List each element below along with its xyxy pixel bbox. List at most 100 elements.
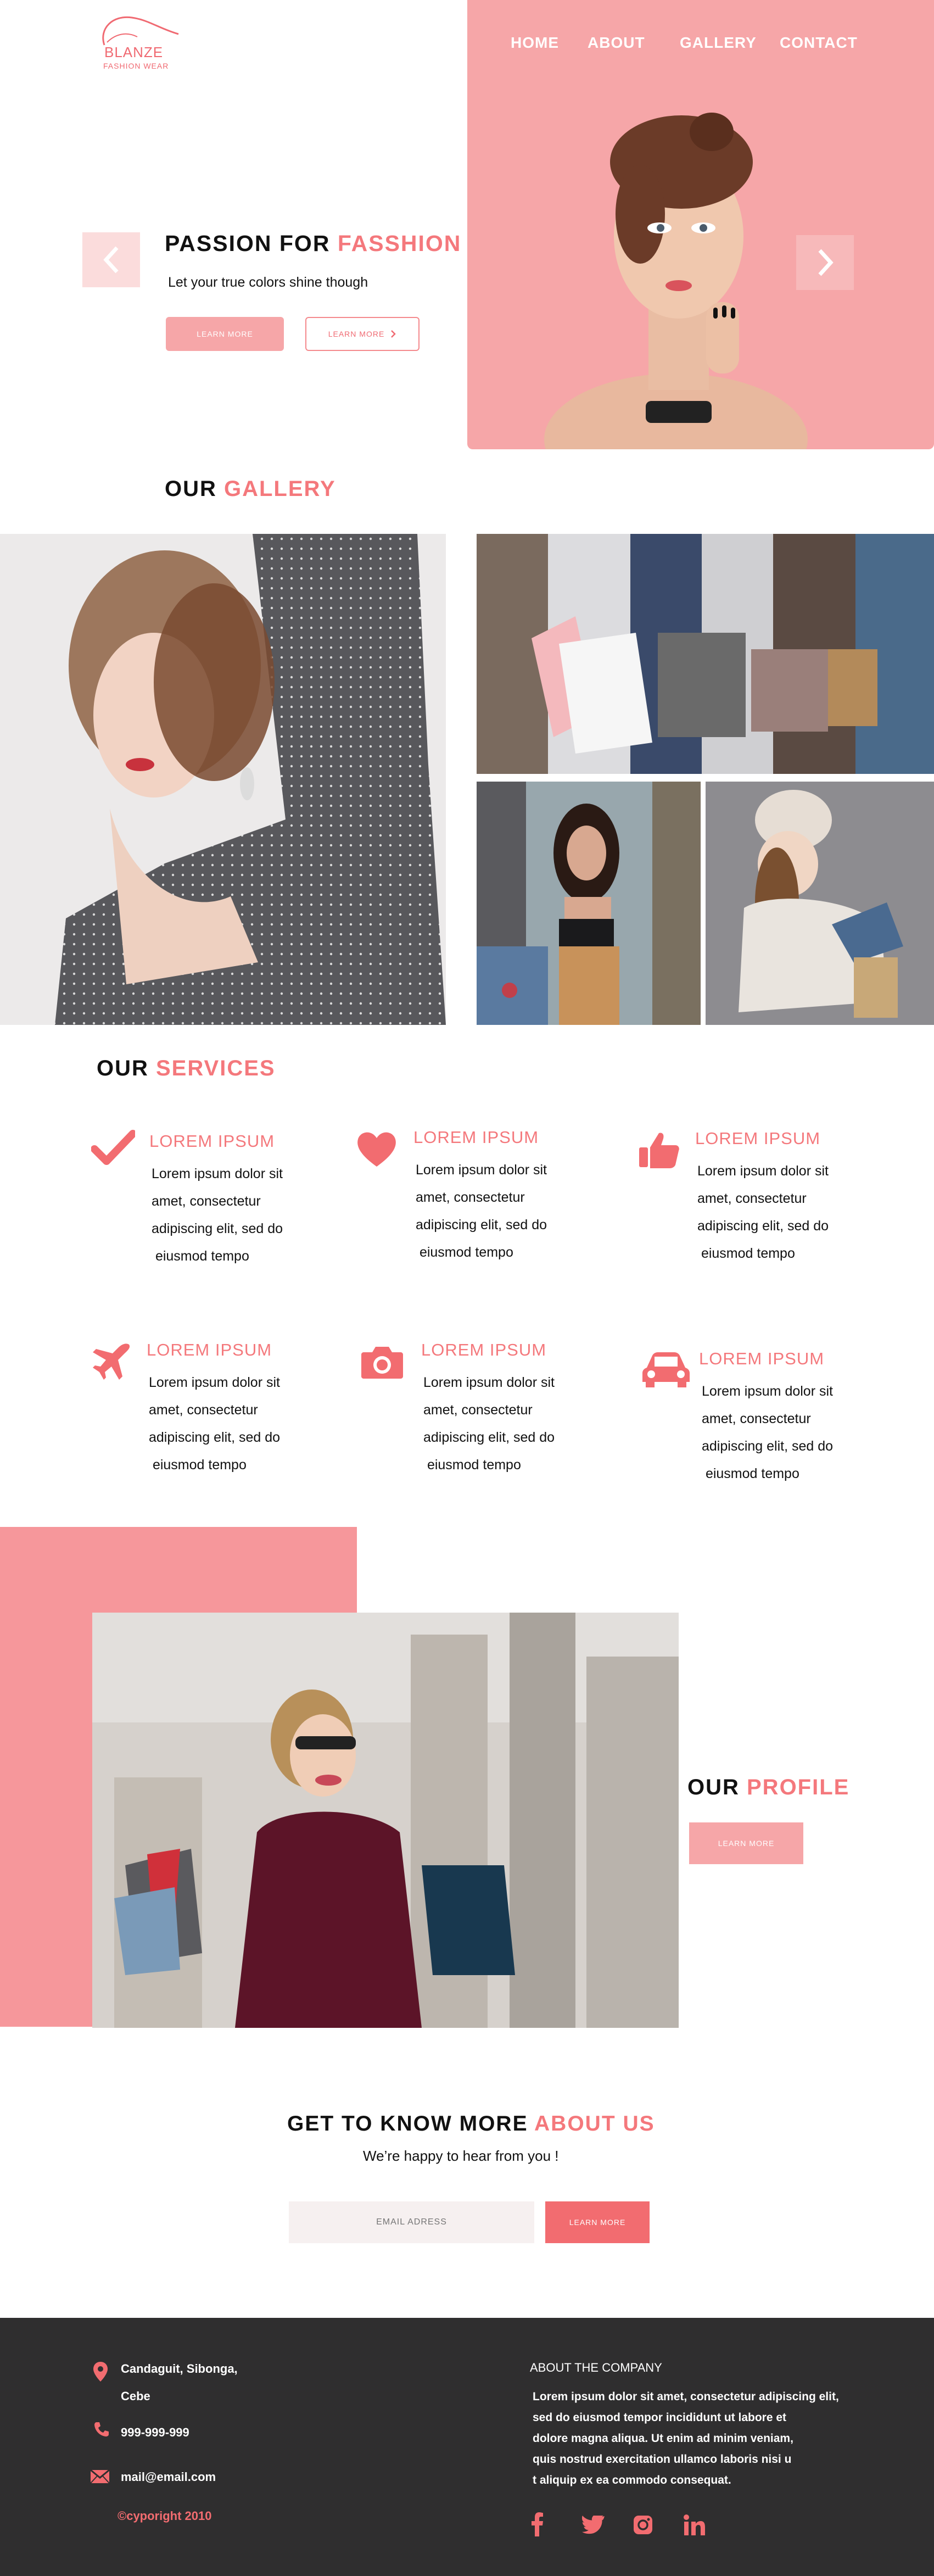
- facebook-icon[interactable]: [532, 2512, 544, 2536]
- hero-learn-more-outline-label: LEARN MORE: [328, 330, 385, 338]
- hero-panel: [467, 0, 934, 449]
- profile-photo-image: [92, 1613, 679, 2028]
- brand-name: BLANZE: [104, 44, 164, 60]
- hero-learn-more-outline-button[interactable]: LEARN MORE: [305, 317, 420, 351]
- service-line: Lorem ipsum dolor sit: [702, 1384, 833, 1399]
- heart-icon: [357, 1132, 396, 1167]
- services-title-plain: OUR: [97, 1056, 156, 1080]
- brand-tagline: FASHION WEAR: [103, 62, 169, 70]
- hero-section: BLANZE FASHION WEAR HOME ABOUT GALLERY C…: [0, 0, 934, 456]
- chevron-right-icon: [391, 330, 396, 338]
- footer-about-text: Lorem ipsum dolor sit amet, consectetur …: [533, 2387, 884, 2491]
- hero-title: PASSION FOR FASSHION: [165, 231, 461, 257]
- service-line: Lorem ipsum dolor sit: [423, 1375, 555, 1390]
- profile-photo: [92, 1613, 679, 2028]
- service-title: LOREM IPSUM: [413, 1128, 539, 1147]
- service-description: Lorem ipsum dolor sit amet, consectetur …: [702, 1378, 866, 1487]
- footer-email[interactable]: mail@email.com: [121, 2470, 216, 2484]
- service-line: adipiscing elit, sed do: [697, 1218, 829, 1234]
- footer-about-line: quis nostrud exercitation ullamco labori…: [533, 2453, 792, 2466]
- hero-title-accent: FASSHION: [337, 231, 462, 256]
- linkedin-icon[interactable]: [683, 2514, 705, 2536]
- service-line: eiusmod tempo: [416, 1245, 513, 1260]
- service-title: LOREM IPSUM: [147, 1340, 272, 1359]
- service-title: LOREM IPSUM: [421, 1340, 547, 1359]
- service-line: amet, consectetur: [416, 1190, 525, 1205]
- service-line: amet, consectetur: [423, 1402, 533, 1418]
- service-title: LOREM IPSUM: [149, 1131, 275, 1151]
- service-line: adipiscing elit, sed do: [416, 1217, 547, 1233]
- service-line: adipiscing elit, sed do: [702, 1438, 834, 1454]
- service-description: Lorem ipsum dolor sit amet, consectetur …: [697, 1157, 862, 1267]
- nav-home[interactable]: HOME: [511, 34, 559, 52]
- nav-contact[interactable]: CONTACT: [780, 34, 858, 52]
- footer-about-line: sed do eiusmod tempor incididunt ut labo…: [533, 2411, 787, 2424]
- nav-gallery[interactable]: GALLERY: [680, 34, 757, 52]
- about-title: GET TO KNOW MORE ABOUT US: [287, 2112, 655, 2136]
- services-title: OUR SERVICES: [97, 1056, 276, 1081]
- instagram-icon[interactable]: [633, 2514, 653, 2535]
- service-description: Lorem ipsum dolor sit amet, consectetur …: [416, 1156, 580, 1266]
- phone-icon: [94, 2422, 109, 2436]
- camera-icon: [361, 1347, 403, 1379]
- gallery-title: OUR GALLERY: [165, 477, 336, 501]
- profile-title-plain: OUR: [687, 1775, 747, 1799]
- gallery-photo-shopping-bags-image: [477, 534, 934, 774]
- chevron-right-icon: [818, 249, 834, 276]
- profile-title: OUR PROFILE: [687, 1775, 849, 1800]
- gallery-photo-shopping-bags[interactable]: [477, 534, 934, 774]
- service-title: LOREM IPSUM: [695, 1129, 821, 1148]
- service-line: Lorem ipsum dolor sit: [697, 1163, 829, 1179]
- hero-title-plain: PASSION FOR: [165, 231, 338, 256]
- about-title-plain: GET TO KNOW MORE: [287, 2112, 534, 2135]
- footer-copyright: ©cyporight 2010: [118, 2509, 212, 2523]
- service-line: eiusmod tempo: [149, 1457, 247, 1473]
- service-line: adipiscing elit, sed do: [423, 1430, 555, 1445]
- gallery-photo-beanie-girl-image: [706, 782, 934, 1025]
- service-line: eiusmod tempo: [423, 1457, 521, 1473]
- car-icon: [642, 1352, 690, 1387]
- footer-phone[interactable]: 999-999-999: [121, 2426, 189, 2440]
- service-line: Lorem ipsum dolor sit: [149, 1375, 280, 1390]
- subscribe-learn-more-button[interactable]: LEARN MORE: [545, 2201, 650, 2243]
- gallery-photo-beanie-girl[interactable]: [706, 782, 934, 1025]
- mail-icon: [90, 2469, 110, 2484]
- service-line: eiusmod tempo: [697, 1246, 795, 1261]
- service-line: eiusmod tempo: [152, 1248, 249, 1264]
- hero-subtitle: Let your true colors shine though: [168, 275, 368, 290]
- gallery-photo-polka-dress-image: [0, 534, 446, 1025]
- service-description: Lorem ipsum dolor sit amet, consectetur …: [152, 1160, 316, 1270]
- footer-about-title: ABOUT THE COMPANY: [530, 2361, 662, 2374]
- airplane-icon: [93, 1343, 130, 1380]
- next-slide-button[interactable]: [796, 235, 854, 290]
- prev-slide-button[interactable]: [82, 232, 140, 287]
- about-title-accent: ABOUT US: [534, 2112, 655, 2135]
- services-title-accent: SERVICES: [156, 1056, 276, 1080]
- about-subtitle: We’re happy to hear from you !: [363, 2148, 559, 2164]
- profile-learn-more-button[interactable]: LEARN MORE: [689, 1822, 803, 1864]
- service-line: amet, consectetur: [149, 1402, 258, 1418]
- footer-about-line: Lorem ipsum dolor sit amet, consectetur …: [533, 2390, 839, 2403]
- brand-logo[interactable]: BLANZE FASHION WEAR: [82, 12, 192, 73]
- gallery-title-plain: OUR: [165, 477, 224, 501]
- hero-model-photo: [544, 113, 808, 449]
- footer-about-line: dolore magna aliqua. Ut enim ad minim ve…: [533, 2432, 793, 2445]
- service-description: Lorem ipsum dolor sit amet, consectetur …: [149, 1369, 314, 1479]
- service-line: amet, consectetur: [702, 1411, 811, 1426]
- service-line: adipiscing elit, sed do: [149, 1430, 281, 1445]
- service-line: eiusmod tempo: [702, 1466, 799, 1481]
- gallery-photo-city-street-image: [477, 782, 701, 1025]
- email-input[interactable]: [289, 2201, 534, 2243]
- gallery-photo-polka-dress[interactable]: [0, 534, 446, 1025]
- nav-about[interactable]: ABOUT: [588, 34, 645, 52]
- gallery-photo-city-street[interactable]: [477, 782, 701, 1025]
- location-pin-icon: [93, 2362, 108, 2382]
- chevron-left-icon: [103, 246, 119, 274]
- service-description: Lorem ipsum dolor sit amet, consectetur …: [423, 1369, 588, 1479]
- twitter-icon[interactable]: [582, 2516, 607, 2535]
- service-line: amet, consectetur: [697, 1191, 807, 1206]
- profile-title-accent: PROFILE: [747, 1775, 850, 1799]
- hero-learn-more-button[interactable]: LEARN MORE: [166, 317, 284, 351]
- thumbs-up-icon: [639, 1133, 679, 1168]
- service-line: Lorem ipsum dolor sit: [152, 1166, 283, 1181]
